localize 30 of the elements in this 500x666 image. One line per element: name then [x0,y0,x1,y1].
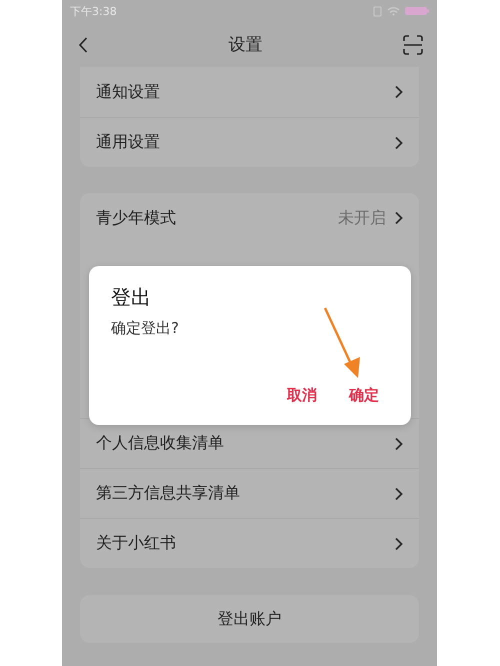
sim-icon [373,6,382,16]
battery-icon [405,6,429,16]
setting-row[interactable]: 关于小红书 [80,518,419,568]
dialog-title: 登出 [111,284,152,311]
setting-row[interactable]: 通用设置 [80,117,419,167]
setting-row[interactable]: 青少年模式 未开启 [80,193,419,243]
chevron-icon [394,85,403,99]
back-icon[interactable] [78,36,88,52]
setting-label: 青少年模式 [96,208,177,228]
confirm-button[interactable]: 确定 [347,382,381,409]
scan-icon[interactable] [403,34,423,54]
setting-label: 关于小红书 [96,533,177,554]
chevron-icon [394,436,403,450]
status-time: 下午3:38 [70,4,117,18]
wifi-icon [387,6,400,16]
page-title: 设置 [228,34,262,56]
chevron-icon [394,211,403,225]
chevron-icon [394,536,403,550]
logout-button[interactable]: 登出账户 [80,595,419,643]
setting-row[interactable]: 通知设置 [80,67,419,117]
setting-value: 未开启 [338,208,386,228]
setting-label: 第三方信息共享清单 [96,483,241,504]
dialog-message: 确定登出? [111,319,180,338]
setting-row[interactable]: 第三方信息共享清单 [80,468,419,518]
setting-label: 通知设置 [96,82,161,102]
chevron-icon [394,136,403,150]
chevron-icon [394,486,403,500]
cancel-button[interactable]: 取消 [285,382,319,409]
setting-label: 个人信息收集清单 [96,433,225,454]
setting-label: 通用设置 [96,132,161,153]
